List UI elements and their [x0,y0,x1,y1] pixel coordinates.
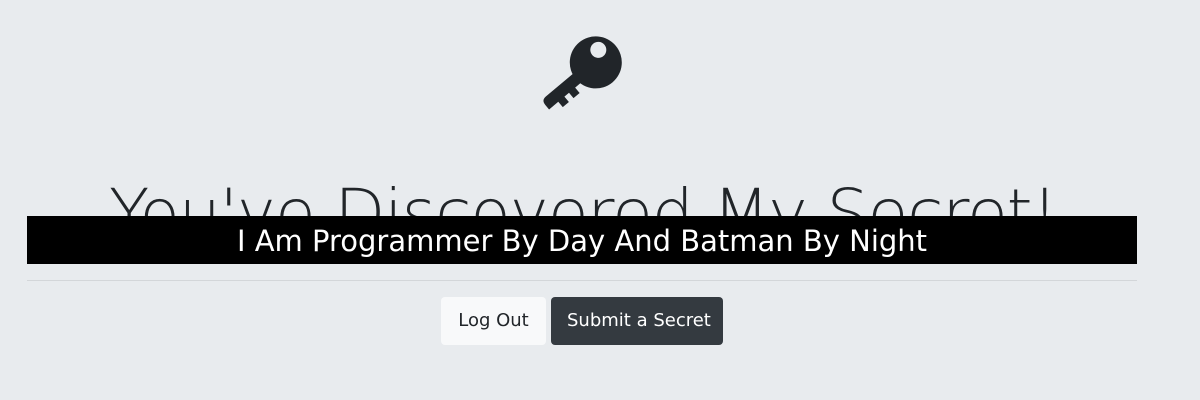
divider [27,280,1137,281]
action-buttons: Log Out Submit a Secret [441,297,723,345]
submit-secret-button[interactable]: Submit a Secret [551,297,723,345]
secret-banner: I Am Programmer By Day And Batman By Nig… [27,216,1137,264]
secret-page: You've Discovered My Secret! I Am Progra… [0,0,1200,400]
key-icon [532,24,632,124]
logout-button[interactable]: Log Out [441,297,546,345]
